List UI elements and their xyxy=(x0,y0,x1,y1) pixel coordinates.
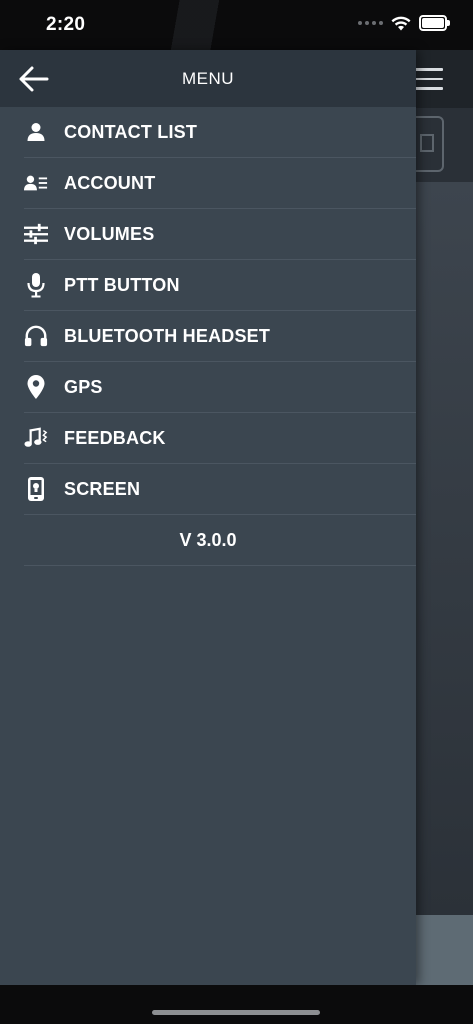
status-icons xyxy=(358,15,450,31)
menu-item-label: GPS xyxy=(64,376,103,397)
cellular-signal-icon xyxy=(358,21,383,25)
background-content xyxy=(416,182,473,915)
location-pin-icon xyxy=(24,374,48,400)
person-icon xyxy=(24,119,48,145)
drawer-title: MENU xyxy=(181,69,235,88)
navigation-drawer: MENU CONTACT LIST ACCOUNT VOLUMES PTT BU… xyxy=(0,50,416,985)
status-bar: 2:20 xyxy=(0,0,473,50)
menu-item-contact-list[interactable]: CONTACT LIST xyxy=(24,107,416,158)
status-time: 2:20 xyxy=(46,14,86,35)
status-bar-decoration xyxy=(150,0,240,50)
menu-item-label: FEEDBACK xyxy=(64,427,166,448)
microphone-icon xyxy=(24,272,48,298)
menu-list: CONTACT LIST ACCOUNT VOLUMES PTT BUTTON … xyxy=(0,107,416,515)
menu-item-account[interactable]: ACCOUNT xyxy=(24,158,416,209)
account-card-icon xyxy=(24,170,48,196)
menu-item-gps[interactable]: GPS xyxy=(24,362,416,413)
menu-item-label: SCREEN xyxy=(64,478,141,499)
home-bar xyxy=(0,985,473,1024)
menu-item-label: ACCOUNT xyxy=(64,172,156,193)
background-bottom-bar xyxy=(416,915,473,985)
sliders-icon xyxy=(24,221,48,247)
wifi-icon xyxy=(391,16,411,30)
menu-item-label: BLUETOOTH HEADSET xyxy=(64,325,271,346)
menu-item-label: PTT BUTTON xyxy=(64,274,180,295)
menu-item-screen[interactable]: SCREEN xyxy=(24,464,416,515)
headphones-icon xyxy=(24,323,48,349)
menu-item-bluetooth-headset[interactable]: BLUETOOTH HEADSET xyxy=(24,311,416,362)
app-version: V 3.0.0 xyxy=(24,515,416,566)
menu-item-volumes[interactable]: VOLUMES xyxy=(24,209,416,260)
hamburger-menu-icon[interactable] xyxy=(415,68,443,90)
home-indicator[interactable] xyxy=(152,1010,320,1015)
music-note-icon xyxy=(24,425,48,451)
phone-screen-icon xyxy=(24,476,48,502)
menu-item-feedback[interactable]: FEEDBACK xyxy=(24,413,416,464)
menu-item-label: VOLUMES xyxy=(64,223,155,244)
drawer-header: MENU xyxy=(0,50,416,107)
battery-icon xyxy=(419,15,450,31)
menu-item-label: CONTACT LIST xyxy=(64,121,198,142)
menu-item-ptt-button[interactable]: PTT BUTTON xyxy=(24,260,416,311)
